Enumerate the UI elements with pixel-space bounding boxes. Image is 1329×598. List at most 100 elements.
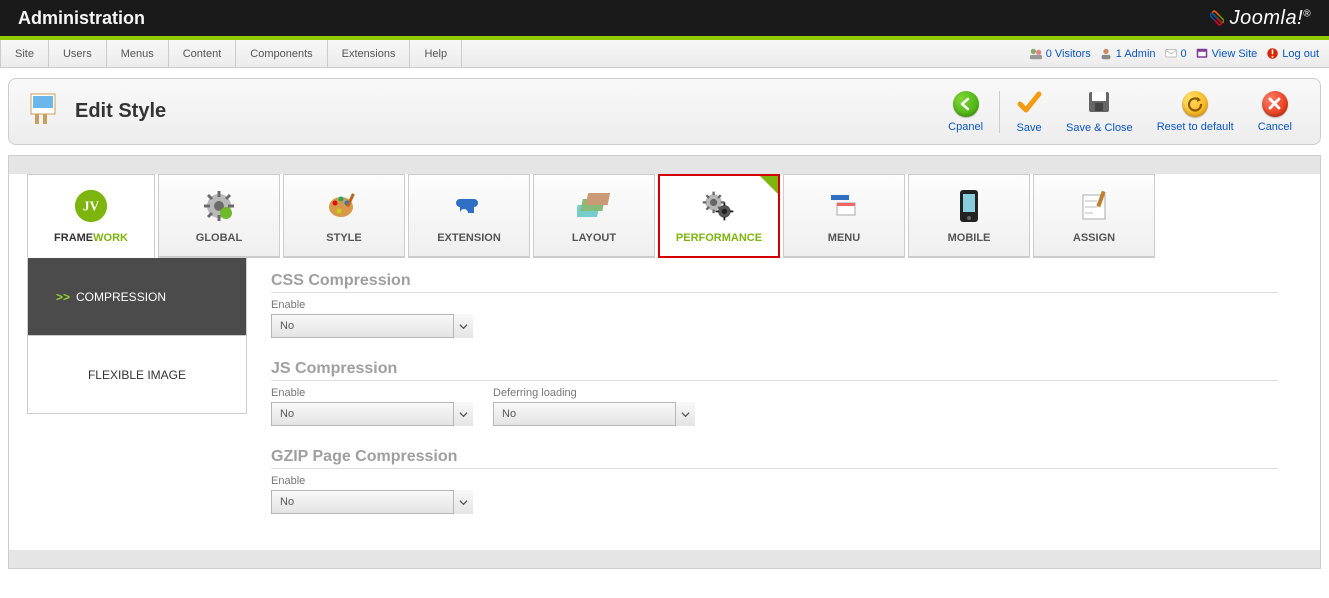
tab-menu-label: MENU [828,232,860,244]
js-deferring-label: Deferring loading [493,387,695,399]
menu-content[interactable]: Content [169,40,237,67]
css-enable-value: No [271,314,473,338]
menu-extensions[interactable]: Extensions [328,40,411,67]
layout-icon [576,188,612,224]
status-visitors: 0 Visitors [1029,47,1091,61]
gzip-enable-value: No [271,490,473,514]
gzip-enable-label: Enable [271,475,1278,487]
topbar: Administration Joomla!® [0,0,1329,40]
performance-icon [701,188,737,224]
menu-menus[interactable]: Menus [107,40,169,67]
menu-components[interactable]: Components [236,40,327,67]
admin-icon [1099,47,1113,61]
tab-framework-label: FRAMEWORK [54,232,128,244]
cancel-button[interactable]: Cancel [1246,91,1304,133]
gzip-compression-title: GZIP Page Compression [271,448,1278,469]
toolbar-separator [999,91,1000,133]
status-viewsite[interactable]: View Site [1195,47,1258,61]
extension-icon [451,188,487,224]
js-compression-title: JS Compression [271,360,1278,381]
cpanel-icon [953,91,979,117]
menu-help[interactable]: Help [410,40,462,67]
menu-users[interactable]: Users [49,40,107,67]
css-enable-select[interactable]: No [271,314,473,338]
tab-menu[interactable]: MENU [783,174,905,258]
tab-performance-label: PERFORMANCE [676,232,762,244]
menu-icon [826,188,862,224]
mail-icon [1164,47,1178,61]
visitors-icon [1029,47,1043,61]
js-enable-value: No [271,402,473,426]
js-deferring-select[interactable]: No [493,402,695,426]
tab-style-label: STYLE [326,232,361,244]
js-enable-select[interactable]: No [271,402,473,426]
chevron-down-icon [453,402,473,426]
view-site-icon [1195,47,1209,61]
tabs-row: JV FRAMEWORK GLOBAL STYLE EXTENSION LAYO… [9,174,1320,258]
mobile-icon [951,188,987,224]
toolbar-panel: Edit Style Cpanel Save Save & Close Rese… [8,78,1321,145]
style-icon [326,188,362,224]
save-icon [1016,89,1042,118]
global-icon [201,188,237,224]
section-css-compression: CSS Compression Enable No [271,272,1278,338]
toolbar-right: Cpanel Save Save & Close Reset to defaul… [936,89,1304,134]
sidebar-item-flexible-image[interactable]: FLEXIBLE IMAGE [27,336,247,414]
tab-extension[interactable]: EXTENSION [408,174,530,258]
menubar: Site Users Menus Content Components Exte… [0,40,1329,68]
gzip-enable-select[interactable]: No [271,490,473,514]
tab-layout[interactable]: LAYOUT [533,174,655,258]
sidebar: >> COMPRESSION FLEXIBLE IMAGE [27,258,247,550]
css-compression-title: CSS Compression [271,272,1278,293]
toolbar-left: Edit Style [25,92,166,131]
js-deferring-value: No [493,402,695,426]
tab-extension-label: EXTENSION [437,232,501,244]
tab-global[interactable]: GLOBAL [158,174,280,258]
main-panel: CSS Compression Enable No JS Compression… [247,258,1302,550]
reset-icon [1182,91,1208,117]
cancel-icon [1262,91,1288,117]
tab-style[interactable]: STYLE [283,174,405,258]
edit-style-icon [25,92,61,131]
content-inner: JV FRAMEWORK GLOBAL STYLE EXTENSION LAYO… [9,174,1320,550]
body-grid: >> COMPRESSION FLEXIBLE IMAGE CSS Compre… [9,258,1320,550]
joomla-logo-icon [1210,11,1224,25]
tab-assign[interactable]: ASSIGN [1033,174,1155,258]
cpanel-button[interactable]: Cpanel [936,91,995,133]
css-enable-label: Enable [271,299,1278,311]
chevron-down-icon [453,490,473,514]
menu-site[interactable]: Site [0,40,49,67]
section-js-compression: JS Compression Enable No Deferring loadi… [271,360,1278,426]
tab-layout-label: LAYOUT [572,232,616,244]
brand: Joomla!® [1210,7,1311,30]
assign-icon [1076,188,1112,224]
save-button[interactable]: Save [1004,89,1054,134]
tab-performance[interactable]: PERFORMANCE [658,174,780,258]
content-wrap: JV FRAMEWORK GLOBAL STYLE EXTENSION LAYO… [8,155,1321,569]
status-admin: 1 Admin [1099,47,1156,61]
js-enable-label: Enable [271,387,473,399]
logout-icon [1265,47,1279,61]
menubar-left: Site Users Menus Content Components Exte… [0,40,462,67]
tab-framework[interactable]: JV FRAMEWORK [27,174,155,258]
framework-icon: JV [73,188,109,224]
svg-text:JV: JV [83,199,100,214]
brand-text: Joomla!® [1230,7,1311,30]
section-gzip-compression: GZIP Page Compression Enable No [271,448,1278,514]
tab-mobile-label: MOBILE [948,232,991,244]
tab-global-label: GLOBAL [196,232,242,244]
tab-mobile[interactable]: MOBILE [908,174,1030,258]
chevron-down-icon [675,402,695,426]
chevron-down-icon [453,314,473,338]
sidebar-item-compression[interactable]: >> COMPRESSION [27,258,247,336]
page-title: Edit Style [75,100,166,123]
tab-assign-label: ASSIGN [1073,232,1115,244]
status-mail[interactable]: 0 [1164,47,1187,61]
save-close-button[interactable]: Save & Close [1054,89,1145,134]
status-logout[interactable]: Log out [1265,47,1319,61]
admin-title: Administration [18,8,145,29]
reset-button[interactable]: Reset to default [1145,91,1246,133]
sidebar-active-marker: >> [56,290,70,304]
menubar-right: 0 Visitors 1 Admin 0 View Site Log out [1029,40,1319,67]
save-close-icon [1086,89,1112,118]
